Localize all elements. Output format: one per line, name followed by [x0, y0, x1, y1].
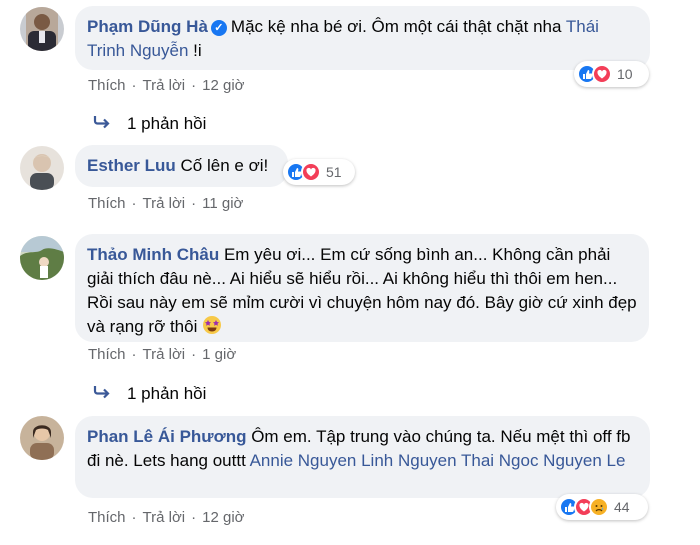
- reaction-summary[interactable]: 44: [556, 494, 648, 520]
- reply-link[interactable]: Trả lời: [143, 77, 186, 94]
- verified-badge-icon: ✓: [210, 20, 227, 36]
- like-link[interactable]: Thích: [88, 77, 126, 94]
- comment-actions: Thích · Trả lời · 12 giờ: [88, 509, 245, 526]
- reaction-count: 44: [614, 499, 630, 515]
- like-link[interactable]: Thích: [88, 509, 126, 526]
- like-link[interactable]: Thích: [88, 195, 126, 212]
- comment-author[interactable]: Phan Lê Ái Phương: [87, 427, 246, 446]
- star-struck-emoji-icon: [202, 315, 222, 342]
- view-replies-link[interactable]: 1 phản hồi: [93, 384, 206, 404]
- love-icon: [301, 162, 321, 182]
- comment-author[interactable]: Thảo Minh Châu: [87, 245, 219, 264]
- comment-bubble: Phạm Dũng Hà ✓ Mặc kệ nha bé ơi. Ôm một cá…: [75, 6, 650, 70]
- comment-text: Cố lên e ơi!: [180, 156, 269, 175]
- comment-bubble: Esther Luu Cố lên e ơi!: [75, 145, 288, 187]
- reaction-count: 10: [617, 66, 633, 82]
- comment-actions: Thích · Trả lời · 1 giờ: [88, 346, 237, 363]
- reply-link[interactable]: Trả lời: [143, 346, 186, 363]
- comment-actions: Thích · Trả lời · 11 giờ: [88, 195, 244, 212]
- sad-icon: [589, 497, 609, 517]
- replies-label: 1 phản hồi: [127, 384, 207, 403]
- comment-time[interactable]: 1 giờ: [202, 346, 236, 363]
- view-replies-link[interactable]: 1 phản hồi: [93, 114, 206, 134]
- comment-bubble: Thảo Minh Châu Em yêu ơi... Em cứ sống b…: [75, 234, 649, 342]
- comment-time[interactable]: 12 giờ: [202, 77, 244, 94]
- comment-time[interactable]: 12 giờ: [202, 509, 244, 526]
- mention-links[interactable]: Annie Nguyen Linh Nguyen Thai Ngoc Nguye…: [250, 451, 626, 470]
- comment-bubble: Phan Lê Ái Phương Ôm em. Tập trung vào c…: [75, 416, 650, 498]
- like-link[interactable]: Thích: [88, 346, 126, 363]
- reaction-count: 51: [326, 164, 342, 180]
- reaction-summary[interactable]: 51: [283, 159, 355, 185]
- reply-arrow-icon: [93, 384, 115, 404]
- comment-actions: Thích · Trả lời · 12 giờ: [88, 77, 245, 94]
- comment-author[interactable]: Phạm Dũng Hà: [87, 17, 208, 36]
- avatar[interactable]: [20, 236, 64, 280]
- comment-text-suffix: !i: [188, 41, 202, 60]
- replies-label: 1 phản hồi: [127, 114, 207, 133]
- love-icon: [592, 64, 612, 84]
- avatar[interactable]: [20, 7, 64, 51]
- comment-text: Mặc kệ nha bé ơi. Ôm một cái thật chặt n…: [230, 17, 566, 36]
- reaction-summary[interactable]: 10: [574, 61, 649, 87]
- avatar[interactable]: [20, 146, 64, 190]
- reply-link[interactable]: Trả lời: [143, 195, 186, 212]
- comment-time[interactable]: 11 giờ: [202, 195, 243, 212]
- avatar[interactable]: [20, 416, 64, 460]
- comment-author[interactable]: Esther Luu: [87, 156, 176, 175]
- reply-arrow-icon: [93, 114, 115, 134]
- reply-link[interactable]: Trả lời: [143, 509, 186, 526]
